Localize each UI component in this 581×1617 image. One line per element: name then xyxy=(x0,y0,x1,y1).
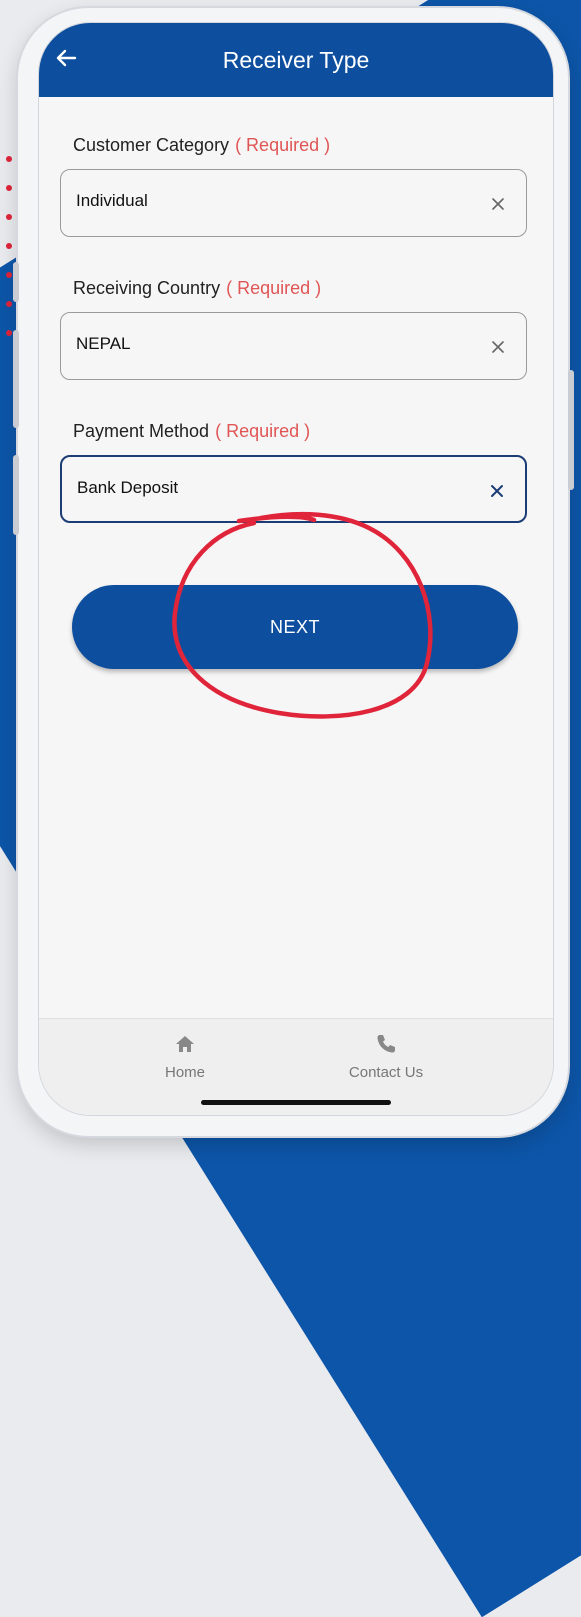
payment-method-label: Payment Method( Required ) xyxy=(73,421,311,441)
customer-category-field[interactable]: Individual xyxy=(60,169,527,237)
app-screen: Receiver Type Customer Category( Require… xyxy=(38,22,554,1116)
receiving-country-value: NEPAL xyxy=(76,334,131,353)
required-indicator: ( Required ) xyxy=(215,421,311,441)
phone-icon xyxy=(377,1035,395,1053)
page-title: Receiver Type xyxy=(222,47,370,73)
clear-icon[interactable] xyxy=(488,194,508,214)
required-indicator: ( Required ) xyxy=(235,135,331,155)
required-indicator: ( Required ) xyxy=(226,278,322,298)
payment-method-field[interactable]: Bank Deposit xyxy=(60,455,527,523)
home-indicator xyxy=(201,1100,391,1105)
clear-icon[interactable] xyxy=(487,481,507,501)
customer-category-label: Customer Category( Required ) xyxy=(73,135,331,155)
phone-side-button xyxy=(13,262,19,302)
payment-method-value: Bank Deposit xyxy=(77,478,179,497)
phone-side-button xyxy=(568,370,574,490)
receiving-country-field[interactable]: NEPAL xyxy=(60,312,527,380)
next-button[interactable]: NEXT xyxy=(72,585,518,669)
receiving-country-label: Receiving Country( Required ) xyxy=(73,278,322,298)
nav-item-contact-us[interactable]: Contact Us xyxy=(326,1033,446,1081)
phone-side-button xyxy=(13,455,19,535)
clear-icon[interactable] xyxy=(488,337,508,357)
nav-label-home: Home xyxy=(164,1064,205,1081)
nav-label-contact-us: Contact Us xyxy=(348,1064,424,1081)
customer-category-value: Individual xyxy=(76,191,148,210)
app-header: Receiver Type xyxy=(39,23,553,97)
home-icon xyxy=(176,1036,194,1052)
phone-side-button xyxy=(13,330,19,428)
decorative-dots xyxy=(6,156,12,359)
nav-item-home[interactable]: Home xyxy=(125,1033,245,1081)
